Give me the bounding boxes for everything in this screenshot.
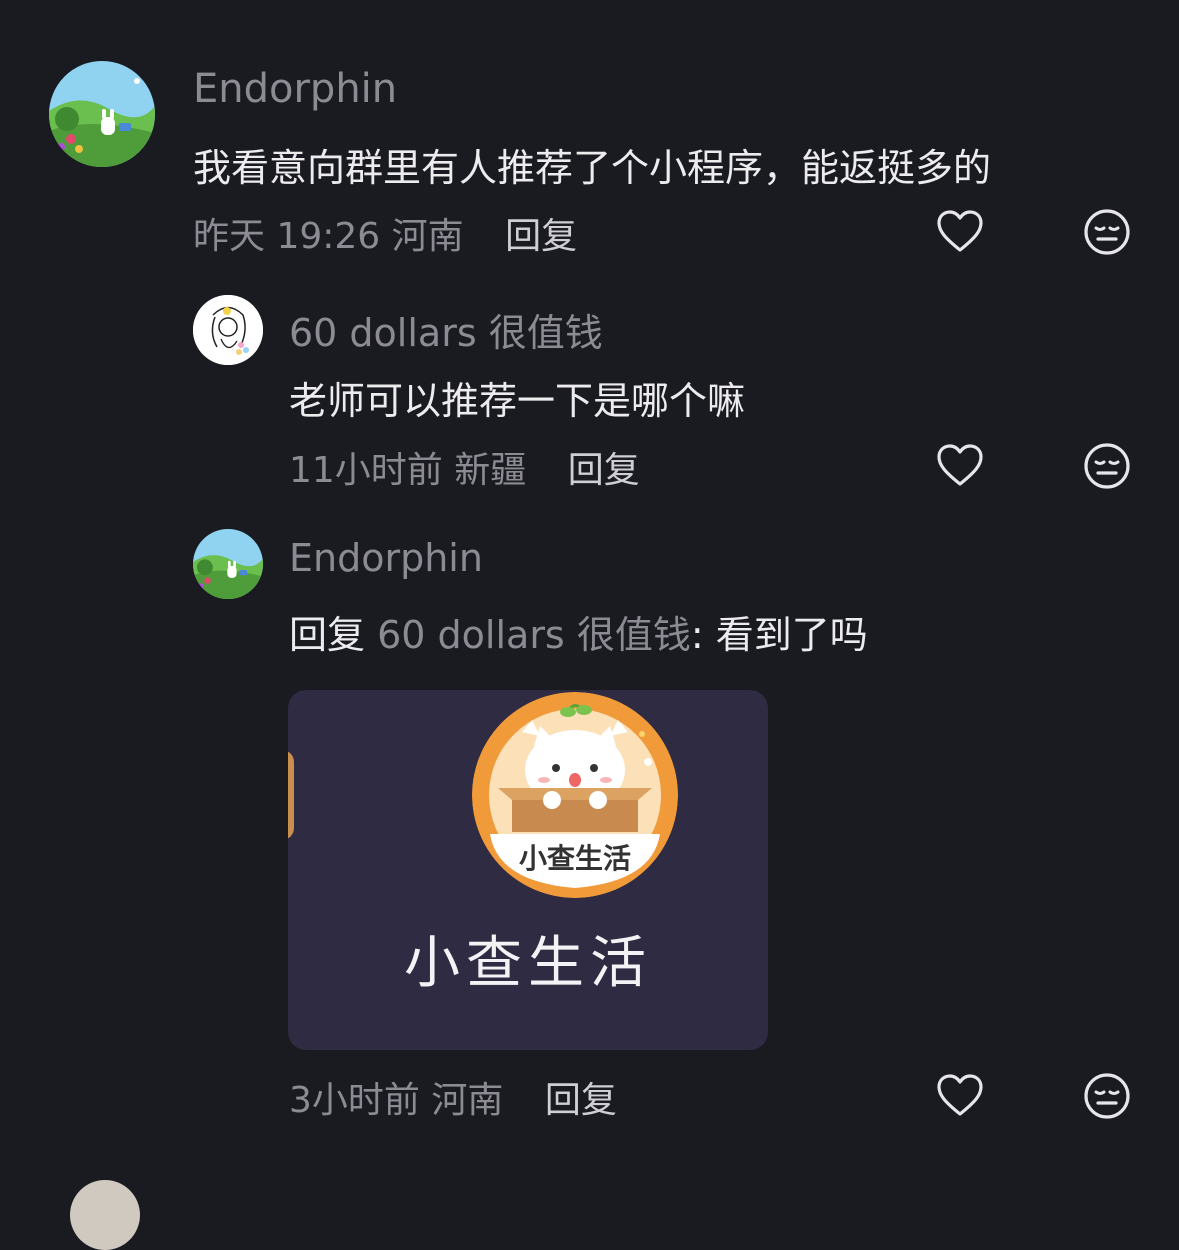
heart-icon[interactable] [935, 441, 985, 491]
mini-program-title: 小查生活 [404, 931, 652, 996]
user-avatar[interactable] [49, 61, 155, 167]
carousel-prev-peek [288, 750, 294, 840]
comment-time: 11小时前 [289, 450, 443, 491]
heart-icon[interactable] [935, 1071, 985, 1121]
username[interactable]: Endorphin [289, 536, 483, 580]
reply-button[interactable]: 回复 [545, 1080, 617, 1121]
meh-face-icon[interactable] [1082, 441, 1132, 491]
comment-location: 河南 [391, 216, 464, 257]
username[interactable]: 60 dollars 很值钱 [289, 302, 603, 357]
comment-meta: 3小时前 河南 回复 [289, 1071, 617, 1123]
meh-face-icon[interactable] [1082, 1071, 1132, 1121]
meh-face-icon[interactable] [1082, 207, 1132, 257]
cat-in-box-logo: 小查生活 [472, 692, 678, 898]
user-avatar[interactable] [193, 295, 263, 365]
comment-time: 昨天 19:26 [193, 216, 381, 257]
heart-icon[interactable] [935, 207, 985, 257]
comment-text: 老师可以推荐一下是哪个嘛 [289, 379, 746, 423]
comment-time: 3小时前 [289, 1080, 420, 1121]
reply-button[interactable]: 回复 [568, 450, 640, 491]
comment-text: 我看意向群里有人推荐了个小程序，能返挺多的 [193, 146, 992, 190]
reply-body: : 看到了吗 [690, 613, 868, 657]
comment-meta: 11小时前 新疆 回复 [289, 441, 640, 493]
reply-target-user[interactable]: 60 dollars 很值钱 [377, 613, 691, 657]
comment-meta: 昨天 19:26 河南 回复 [193, 207, 577, 259]
next-comment-avatar[interactable] [70, 1180, 140, 1250]
user-avatar[interactable] [193, 529, 263, 599]
logo-text: 小查生活 [519, 842, 631, 875]
reply-button[interactable]: 回复 [505, 216, 577, 257]
username[interactable]: Endorphin [193, 66, 397, 112]
comment-text: 回复 60 dollars 很值钱: 看到了吗 [289, 604, 868, 659]
reply-prefix: 回复 [289, 613, 366, 657]
comment-location: 新疆 [454, 450, 527, 491]
mini-program-card[interactable]: 小查生活 小查生活 [288, 690, 768, 1050]
comment-location: 河南 [431, 1080, 504, 1121]
